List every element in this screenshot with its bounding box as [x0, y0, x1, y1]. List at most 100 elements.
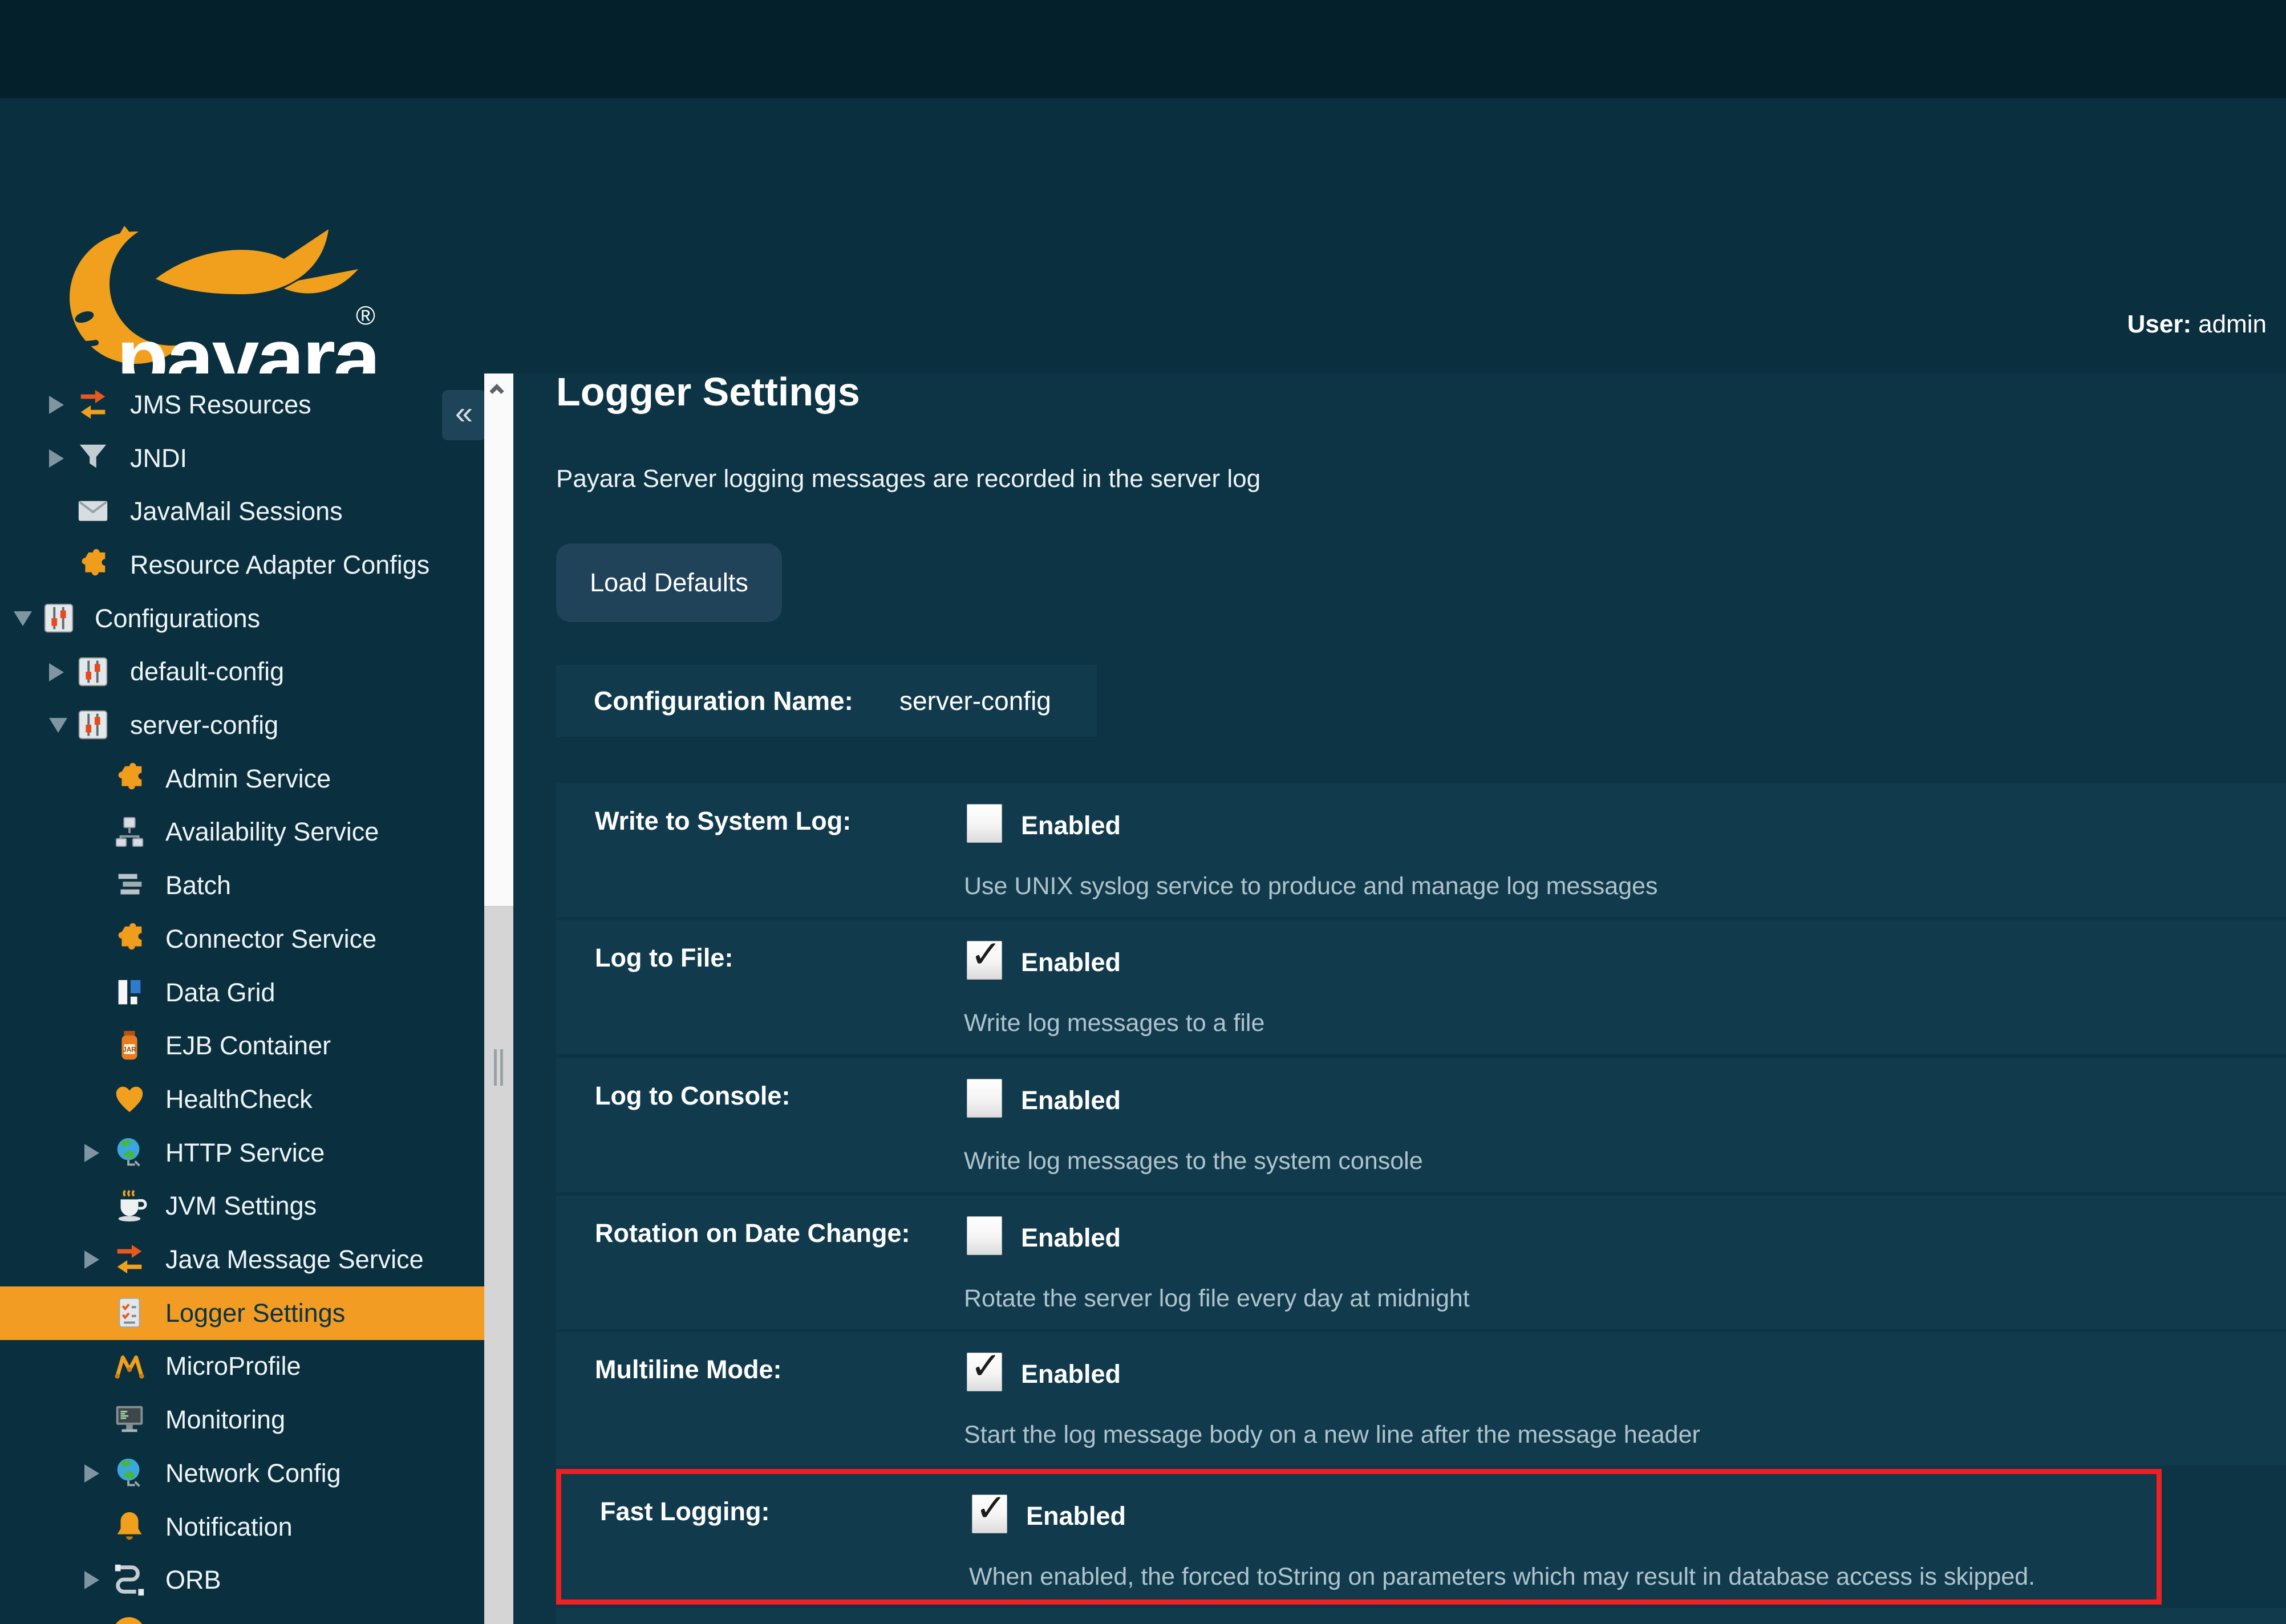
sidebar-item-label: JavaMail Sessions: [130, 485, 343, 538]
sidebar-item-label: EJB Container: [165, 1019, 331, 1073]
splitter-grip[interactable]: [494, 1049, 497, 1086]
enabled-checkbox[interactable]: ✓: [967, 804, 1002, 843]
jar-icon: JAR: [112, 1028, 147, 1063]
setting-label: Rotation on Date Change:: [595, 1219, 910, 1248]
sidebar-item-monitoring[interactable]: Monitoring: [0, 1393, 484, 1447]
heart-icon: [112, 1081, 147, 1116]
sidebar-item-label: Notification: [165, 1500, 293, 1554]
configuration-name-panel: Configuration Name: server-config: [556, 665, 1097, 737]
expand-arrow-right-icon[interactable]: [84, 1571, 99, 1589]
sidebar-item-label: server-config: [130, 699, 278, 752]
page-subtitle: Payara Server logging messages are recor…: [556, 465, 1260, 493]
sidebar-item-batch[interactable]: Batch: [0, 859, 484, 912]
next-row-partial: [556, 1608, 2286, 1624]
enabled-label: Enabled: [1021, 1086, 1121, 1115]
puzzle-icon: [112, 761, 147, 796]
scrollbar-thumb[interactable]: [484, 373, 513, 907]
sidebar-item-default-config[interactable]: default-config: [0, 645, 484, 699]
coffee-cup-icon: [112, 1188, 147, 1224]
enabled-label: Enabled: [1021, 811, 1121, 841]
sidebar-item-healthcheck[interactable]: HealthCheck: [0, 1073, 484, 1126]
sidebar-item-resource-adapter-configs[interactable]: Resource Adapter Configs: [0, 538, 484, 592]
sidebar-item-jms-resources[interactable]: JMS Resources: [0, 378, 484, 432]
sliders-icon: [75, 654, 111, 689]
enabled-checkbox[interactable]: ✓: [972, 1495, 1007, 1533]
checkmark-icon: ✓: [975, 1486, 1007, 1530]
sliders-icon: [75, 707, 111, 742]
sidebar-item-data-grid[interactable]: Data Grid: [0, 966, 484, 1020]
expand-arrow-right-icon[interactable]: [49, 449, 64, 468]
double-arrows-icon: [112, 1241, 147, 1277]
data-grid-icon: [112, 975, 147, 1010]
sidebar-item-server-config[interactable]: server-config: [0, 699, 484, 752]
sidebar-item-availability-service[interactable]: Availability Service: [0, 806, 484, 859]
sidebar-item-microprofile[interactable]: MicroProfile: [0, 1340, 484, 1394]
enabled-checkbox[interactable]: ✓: [967, 941, 1002, 980]
top-bar: [0, 0, 2286, 98]
puzzle-icon: [112, 921, 147, 956]
setting-description: Write log messages to the system console: [964, 1147, 1423, 1175]
configuration-name-label: Configuration Name:: [594, 665, 853, 737]
sidebar-item-notification[interactable]: Notification: [0, 1500, 484, 1554]
sidebar-item-label: Admin Service: [165, 752, 331, 806]
microprofile-m-icon: [112, 1349, 147, 1384]
setting-row-log-to-console: Log to Console:✓EnabledWrite log message…: [556, 1058, 2286, 1192]
batch-jobs-icon: [112, 867, 147, 903]
enabled-checkbox[interactable]: ✓: [967, 1079, 1002, 1118]
registered-mark-icon: ®: [356, 300, 375, 331]
sidebar-item-label: Network Config: [165, 1447, 341, 1500]
sidebar-item-orb[interactable]: ORB: [0, 1553, 484, 1607]
sidebar-collapse-button[interactable]: «: [442, 390, 486, 440]
sidebar-item-label: Resource Adapter Configs: [130, 538, 429, 592]
sidebar-item-label: JNDI: [130, 432, 187, 485]
sidebar-item-label: HTTP Service: [165, 1126, 325, 1180]
setting-description: Rotate the server log file every day at …: [964, 1285, 1470, 1313]
sidebar-item-label: HealthCheck: [165, 1073, 313, 1126]
setting-row-write-to-system-log: Write to System Log:✓EnabledUse UNIX sys…: [556, 783, 2286, 917]
sidebar-item-admin-service[interactable]: Admin Service: [0, 752, 484, 806]
sidebar-item-label: MicroProfile: [165, 1340, 301, 1394]
expand-arrow-right-icon[interactable]: [49, 396, 64, 414]
sidebar-item-label: Connector Service: [165, 912, 376, 966]
collapse-arrow-down-icon[interactable]: [49, 718, 67, 733]
setting-label: Multiline Mode:: [595, 1355, 781, 1385]
envelope-icon: [75, 493, 111, 529]
setting-description: Write log messages to a file: [964, 1009, 1264, 1037]
enabled-label: Enabled: [1026, 1501, 1126, 1531]
load-defaults-button[interactable]: Load Defaults: [556, 543, 782, 622]
collapse-arrow-down-icon[interactable]: [14, 611, 32, 626]
sidebar-item-jvm-settings[interactable]: JVM Settings: [0, 1180, 484, 1233]
enabled-checkbox[interactable]: ✓: [967, 1353, 1002, 1391]
sidebar-item-java-message-service[interactable]: Java Message Service: [0, 1233, 484, 1286]
expand-arrow-right-icon[interactable]: [49, 663, 64, 681]
double-arrows-icon: [75, 387, 111, 422]
sidebar-item-configurations[interactable]: Configurations: [0, 592, 484, 645]
sidebar-item-logger-settings[interactable]: Logger Settings: [0, 1286, 484, 1340]
server-network-icon: [112, 814, 147, 850]
splitter-grip[interactable]: [500, 1049, 503, 1086]
sidebar-scrollbar[interactable]: [484, 373, 513, 1624]
expand-arrow-right-icon[interactable]: [84, 1144, 99, 1162]
sidebar-item-http-service[interactable]: HTTP Service: [0, 1126, 484, 1180]
payara-admin-console: payara ® COMMUNITY User:admin JMS Resour…: [0, 0, 2286, 1624]
setting-label: Write to System Log:: [595, 806, 851, 836]
monitor-icon: [112, 1402, 147, 1437]
sidebar-item-javamail-sessions[interactable]: JavaMail Sessions: [0, 485, 484, 538]
sidebar-item-ejb-container[interactable]: JAR EJB Container: [0, 1019, 484, 1073]
expand-arrow-right-icon[interactable]: [84, 1464, 99, 1483]
setting-row-multiline-mode: Multiline Mode:✓EnabledStart the log mes…: [556, 1332, 2286, 1465]
user-name: admin: [2198, 310, 2267, 338]
sidebar-item-connector-service[interactable]: Connector Service: [0, 912, 484, 966]
svg-text:JAR: JAR: [123, 1046, 136, 1054]
expand-arrow-right-icon[interactable]: [84, 1251, 99, 1269]
sidebar-item-label: Java Message Service: [165, 1233, 424, 1286]
setting-row-fast-logging: Fast Logging:✓EnabledWhen enabled, the f…: [556, 1469, 2162, 1605]
collapse-chevrons-icon: «: [455, 395, 473, 431]
sidebar-item-jndi[interactable]: JNDI: [0, 432, 484, 485]
user-info: User:admin: [2127, 310, 2267, 339]
sidebar-item-network-config[interactable]: Network Config: [0, 1447, 484, 1500]
setting-description: When enabled, the forced toString on par…: [969, 1563, 2035, 1591]
user-label: User:: [2127, 310, 2192, 338]
checkmark-icon: ✓: [970, 932, 1002, 976]
enabled-checkbox[interactable]: ✓: [967, 1216, 1002, 1255]
